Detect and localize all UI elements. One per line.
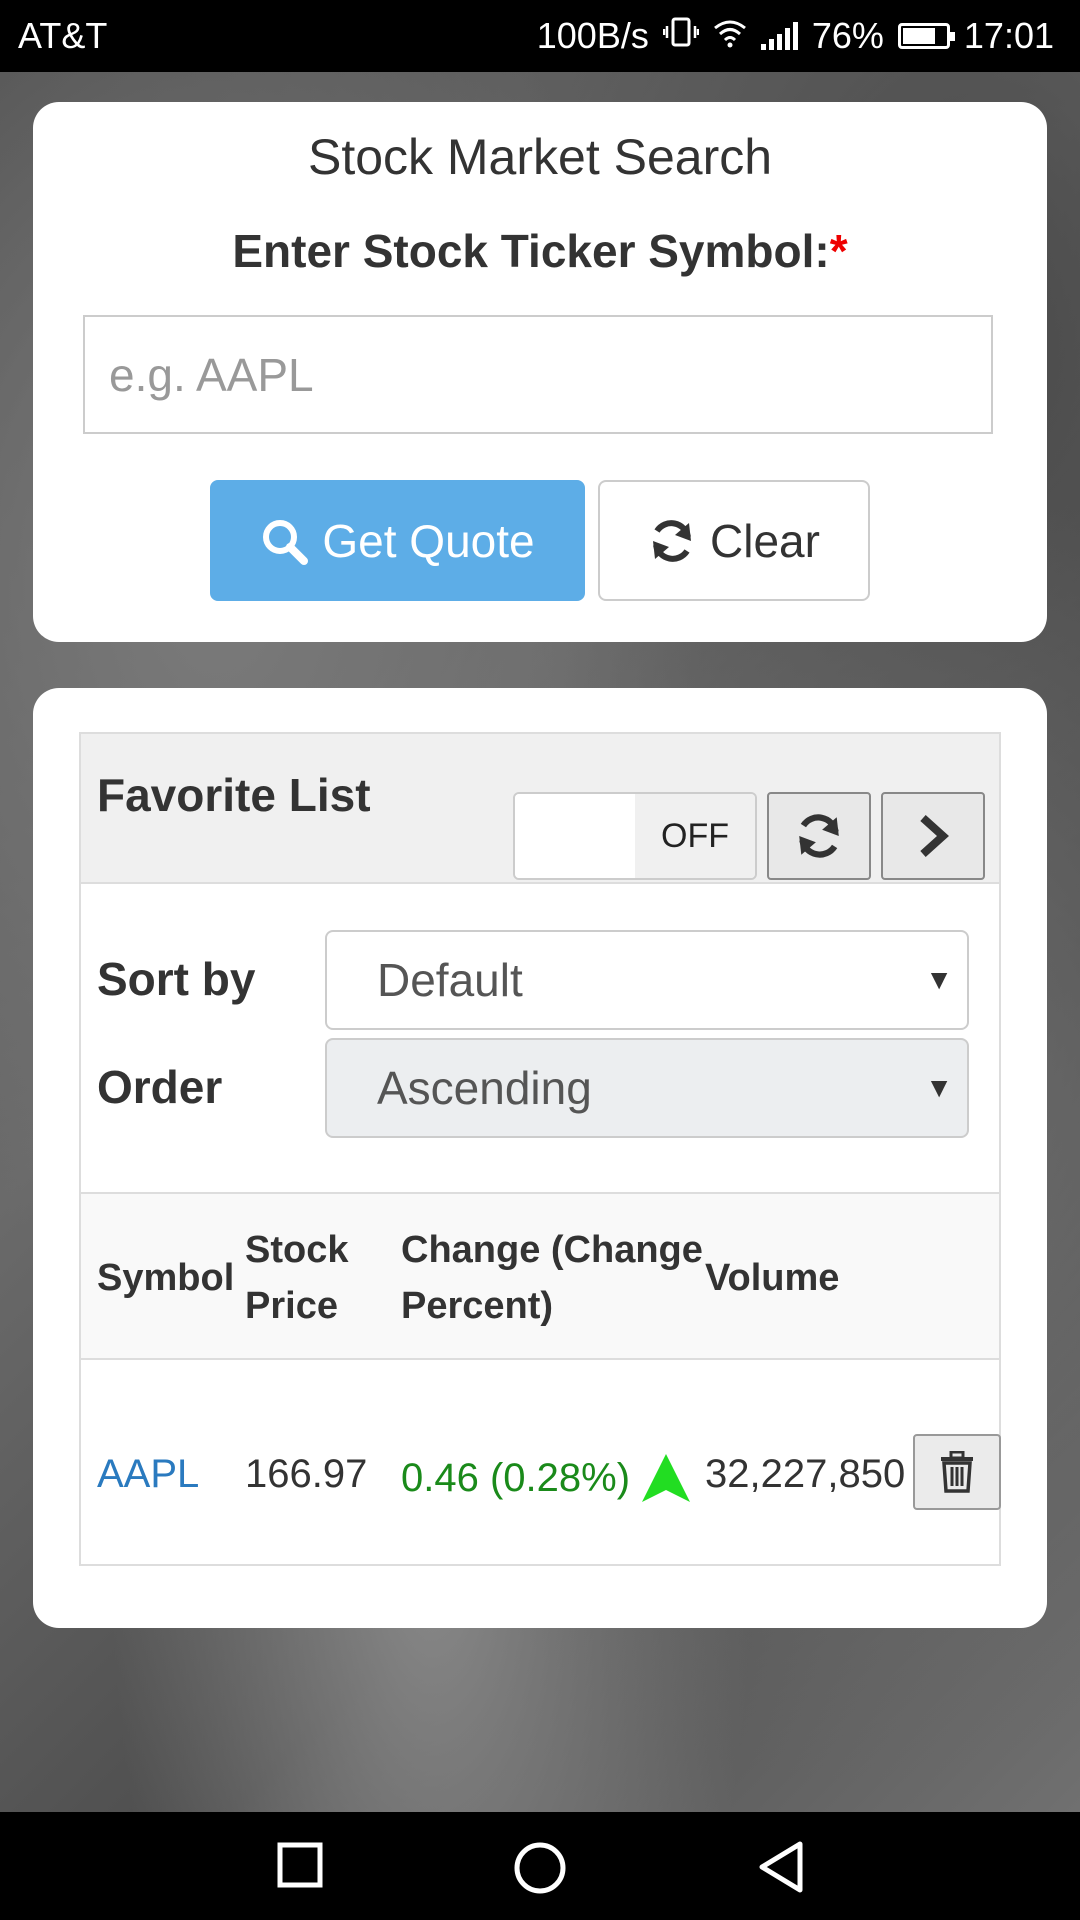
order-select[interactable]: Ascending ▼: [325, 1038, 969, 1138]
get-quote-label: Get Quote: [322, 514, 535, 567]
circle-icon: [514, 1842, 566, 1894]
signal-icon: [760, 22, 798, 50]
favorites-title: Favorite List: [97, 769, 371, 821]
col-change-line1: Change (Change: [401, 1229, 703, 1271]
battery-percent: 76%: [811, 15, 884, 56]
back-triangle-icon: [759, 1841, 803, 1893]
page-title: Stock Market Search: [307, 129, 773, 185]
next-button[interactable]: [881, 792, 985, 880]
battery-icon: [897, 23, 955, 49]
row-volume: 32,227,850: [705, 1452, 906, 1496]
col-volume: Volume: [705, 1257, 840, 1299]
col-price: Stock Price: [245, 1222, 348, 1334]
col-change: Change (Change Percent): [401, 1222, 703, 1334]
navigation-bar: [0, 1812, 1080, 1920]
clock: 17:01: [963, 15, 1054, 56]
network-speed: 100B/s: [536, 15, 649, 56]
refresh-icon: [799, 814, 839, 858]
status-bar: AT&T 100B/s 76% 17:01: [0, 0, 1080, 72]
delete-button[interactable]: [913, 1434, 1001, 1510]
col-price-line2: Price: [245, 1285, 338, 1327]
col-price-line1: Stock: [245, 1229, 349, 1271]
sort-select[interactable]: Default ▼: [325, 930, 969, 1030]
refresh-favorites-button[interactable]: [767, 792, 871, 880]
dropdown-arrow-icon: ▼: [925, 964, 953, 995]
required-mark: *: [829, 225, 848, 277]
refresh-icon: [653, 519, 692, 562]
back-button[interactable]: [756, 1840, 806, 1899]
square-icon: [277, 1842, 323, 1888]
toggle-knob: [515, 794, 635, 878]
clear-label: Clear: [710, 514, 820, 567]
ticker-input[interactable]: [83, 315, 993, 434]
table-header: Symbol Stock Price Change (Change Percen…: [81, 1192, 999, 1360]
wifi-icon: [713, 15, 747, 57]
row-symbol-link[interactable]: AAPL: [97, 1452, 199, 1497]
home-button[interactable]: [512, 1840, 568, 1901]
row-price: 166.97: [245, 1452, 368, 1496]
row-change: 0.46 (0.28%): [401, 1452, 692, 1504]
vibrate-icon: [662, 15, 700, 57]
toggle-state: OFF: [635, 794, 755, 878]
carrier-label: AT&T: [18, 15, 108, 56]
ticker-label: Enter Stock Ticker Symbol:*: [33, 224, 1047, 278]
order-label: Order: [97, 1061, 223, 1113]
trash-icon: [941, 1451, 973, 1493]
search-card: Stock Market Search Enter Stock Ticker S…: [33, 102, 1047, 642]
clear-button[interactable]: Clear: [598, 480, 870, 601]
dropdown-arrow-icon: ▼: [925, 1072, 953, 1103]
up-arrow-icon: [642, 1454, 691, 1502]
sort-label: Sort by: [97, 953, 256, 1005]
favorites-panel: Favorite List OFF Sort by Default ▼ Orde…: [79, 732, 1001, 1566]
favorites-header: Favorite List OFF: [81, 734, 999, 884]
col-change-line2: Percent): [401, 1285, 554, 1327]
recent-apps-button[interactable]: [276, 1840, 324, 1895]
chevron-right-icon: [920, 815, 949, 857]
row-change-value: 0.46 (0.28%): [401, 1455, 631, 1500]
sort-value: Default: [377, 954, 523, 1006]
search-icon: [263, 519, 309, 565]
autorefresh-toggle[interactable]: OFF: [513, 792, 757, 880]
ticker-label-text: Enter Stock Ticker Symbol:: [232, 225, 830, 277]
get-quote-button[interactable]: Get Quote: [210, 480, 585, 601]
col-symbol: Symbol: [97, 1257, 235, 1299]
status-icons: 100B/s 76% 17:01: [537, 15, 1054, 57]
favorites-card: Favorite List OFF Sort by Default ▼ Orde…: [33, 688, 1047, 1628]
order-value: Ascending: [377, 1062, 592, 1114]
